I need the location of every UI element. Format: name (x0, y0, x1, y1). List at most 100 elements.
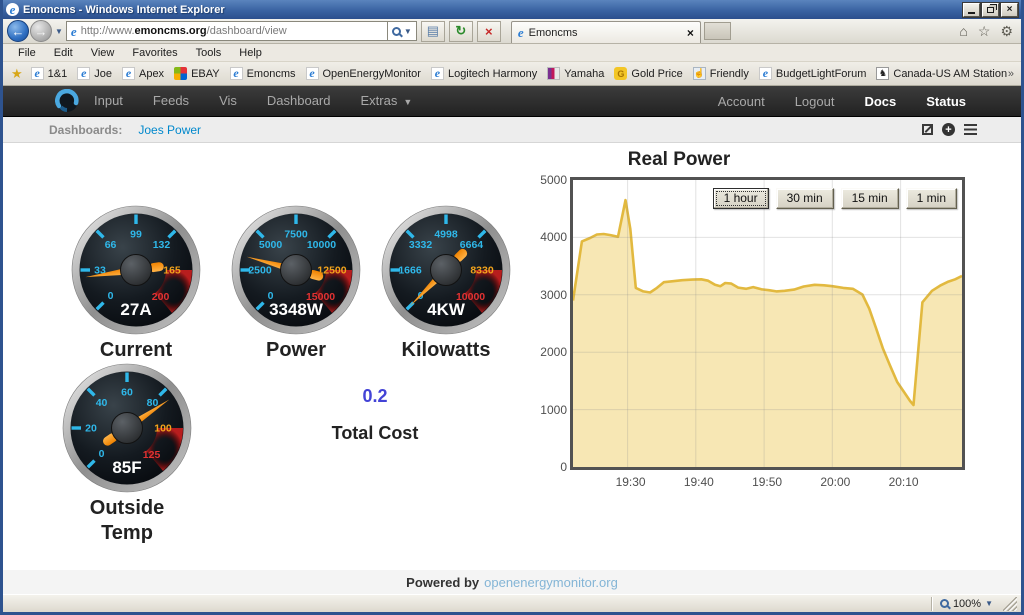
svg-text:165: 165 (163, 265, 181, 277)
gauge-value: 27A (120, 300, 151, 319)
favorite-apex[interactable]: e Apex (117, 65, 169, 82)
home-icon[interactable]: ⌂ (959, 23, 967, 39)
nav-item-dashboard[interactable]: Dashboard (252, 85, 346, 118)
svg-text:66: 66 (105, 239, 117, 251)
favorites-overflow-chevron[interactable]: » (1008, 68, 1016, 80)
favorite-yamaha[interactable]: Yamaha (542, 65, 609, 82)
tab-close-icon[interactable]: × (687, 26, 694, 40)
favorite-icon-ie: e (77, 67, 90, 80)
browser-tab[interactable]: e Emoncms × (511, 21, 701, 43)
nav-item-vis[interactable]: Vis (204, 85, 252, 118)
new-tab-button[interactable] (704, 22, 731, 40)
navbar-right-items: AccountLogoutDocsStatus (703, 86, 981, 117)
emoncms-logo-icon[interactable] (55, 89, 79, 113)
address-bar[interactable]: e http://www.emoncms.org/dashboard/view (66, 21, 388, 41)
menu-help[interactable]: Help (230, 46, 271, 60)
x-axis-tick-label: 20:00 (813, 475, 857, 489)
menu-tools[interactable]: Tools (187, 46, 231, 60)
favorite-budgetlightforum[interactable]: eBudgetLightForum (754, 65, 872, 82)
nav-item-logout[interactable]: Logout (780, 86, 850, 117)
edit-dashboard-icon[interactable] (922, 124, 933, 135)
menu-view[interactable]: View (82, 46, 124, 60)
resize-grip[interactable] (1003, 597, 1017, 611)
y-axis-tick-label: 1000 (521, 403, 567, 417)
favorite-icon-ie: e (31, 67, 44, 80)
menu-edit[interactable]: Edit (45, 46, 82, 60)
restore-icon (987, 7, 994, 13)
x-axis-tick-label: 19:50 (745, 475, 789, 489)
favorite-label: Canada-US AM Station Info ... (893, 68, 1008, 80)
dashboards-bar: Dashboards: Joes Power + (3, 117, 1021, 143)
gauge-caption-outside: Outside (52, 498, 202, 518)
range-button-1-min[interactable]: 1 min (906, 188, 957, 209)
close-button[interactable]: × (1001, 3, 1018, 17)
favorite-ebay[interactable]: EBAY (169, 65, 225, 82)
favorite-emoncms[interactable]: eEmoncms (225, 65, 301, 82)
menu-bar: FileEditViewFavoritesToolsHelp (3, 44, 1021, 62)
openenergymonitor-link[interactable]: openenergymonitor.org (484, 575, 618, 590)
favorite-label: Gold Price (631, 68, 682, 80)
forward-button[interactable]: → (30, 20, 52, 42)
svg-text:10000: 10000 (307, 239, 336, 251)
menu-file[interactable]: File (9, 46, 45, 60)
svg-text:0: 0 (99, 448, 105, 460)
dashboard-list-icon[interactable] (964, 124, 977, 135)
restore-button[interactable] (982, 3, 999, 17)
favorite-icon-ebay (174, 67, 187, 80)
range-button-15-min[interactable]: 15 min (841, 188, 899, 209)
menu-favorites[interactable]: Favorites (123, 46, 186, 60)
minimize-button[interactable] (963, 3, 980, 17)
svg-text:100: 100 (154, 423, 172, 435)
favorite-canada-us-am-station-info[interactable]: ♞Canada-US AM Station Info ... (871, 65, 1008, 82)
navbar-left-items: InputFeedsVisDashboardExtras▼ (79, 85, 412, 118)
gauge-caption-kilowatts: Kilowatts (371, 340, 521, 360)
nav-item-status[interactable]: Status (911, 86, 981, 117)
range-button-1-hour[interactable]: 1 hour (713, 188, 769, 209)
search-segment[interactable]: ▼ (388, 21, 417, 41)
favorite-icon-gold: G (614, 67, 627, 80)
favorite-logitech-harmony[interactable]: eLogitech Harmony (426, 65, 542, 82)
svg-text:132: 132 (153, 239, 171, 251)
nav-item-docs[interactable]: Docs (849, 86, 911, 117)
favorite-label: Emoncms (247, 68, 296, 80)
back-button[interactable]: ← (7, 20, 29, 42)
range-button-30-min[interactable]: 30 min (776, 188, 834, 209)
favorite-joe[interactable]: eJoe (72, 65, 117, 82)
favorite-friendly[interactable]: ☝Friendly (688, 65, 754, 82)
real-power-chart: 1 hour 30 min 15 min 1 min (570, 177, 965, 470)
svg-text:4998: 4998 (434, 229, 458, 241)
total-cost-widget: 0.2 Total Cost (275, 386, 475, 444)
svg-text:0: 0 (108, 290, 114, 302)
favorite-label: EBAY (191, 68, 220, 80)
svg-text:40: 40 (96, 397, 108, 409)
favorite-icon-ie: e (122, 67, 135, 80)
search-icon (392, 27, 401, 36)
favorite-1-1[interactable]: e1&1 (26, 65, 73, 82)
zoom-magnifier-icon (940, 599, 949, 608)
recent-pages-dropdown-icon[interactable]: ▼ (55, 27, 63, 36)
search-dropdown-icon[interactable]: ▼ (404, 27, 412, 36)
dashboard-content: 033669913216520027ACurrent 0250050007500… (3, 143, 1021, 570)
settings-gear-icon[interactable]: ⚙ (1000, 23, 1013, 40)
dashboard-link-joes-power[interactable]: Joes Power (138, 123, 201, 137)
favorite-gold-price[interactable]: G Gold Price (609, 65, 687, 82)
zoom-control[interactable]: 100% ▼ (940, 597, 1021, 611)
nav-item-input[interactable]: Input (79, 85, 138, 118)
svg-text:2500: 2500 (248, 265, 272, 277)
add-dashboard-icon[interactable]: + (942, 123, 955, 136)
favorite-openenergymonitor[interactable]: eOpenEnergyMonitor (301, 65, 426, 82)
gauge-value: 85F (112, 458, 141, 477)
add-favorite-icon[interactable]: ★ (8, 66, 26, 82)
svg-text:60: 60 (121, 387, 133, 399)
compatibility-view-button[interactable]: ▤ (421, 21, 445, 42)
svg-text:200: 200 (152, 291, 170, 303)
refresh-button[interactable]: ↻ (449, 21, 473, 42)
favorite-label: Apex (139, 68, 164, 80)
gauge-dial: 02500500075001000012500150003348W (231, 205, 361, 335)
favorites-star-icon[interactable]: ☆ (978, 23, 991, 40)
gauge-caption-current: Current (61, 340, 211, 360)
nav-item-account[interactable]: Account (703, 86, 780, 117)
stop-button[interactable]: × (477, 21, 501, 42)
nav-item-feeds[interactable]: Feeds (138, 85, 204, 118)
zoom-dropdown-icon[interactable]: ▼ (985, 599, 993, 608)
